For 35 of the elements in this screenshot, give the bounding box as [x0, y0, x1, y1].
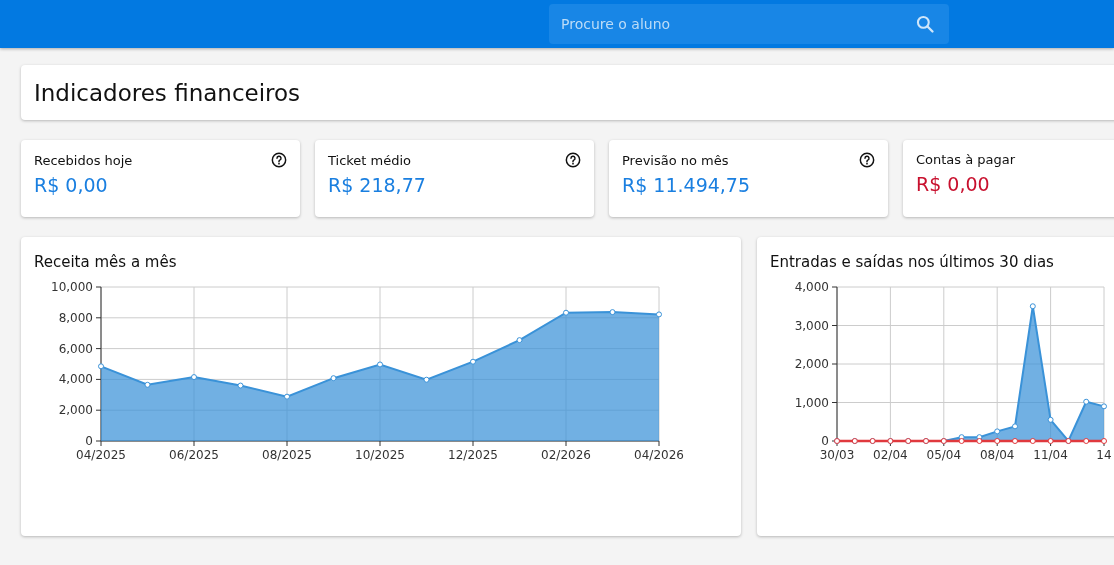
axis-tick-label: 30/03 [819, 448, 855, 462]
axis-tick-label: 8,000 [58, 310, 93, 325]
axis-tick-label: 10/2025 [355, 448, 405, 462]
axis-tick-label: 4,000 [794, 280, 829, 294]
axis-tick-label: 1,000 [794, 395, 829, 410]
axis-tick-label: 4,000 [58, 372, 93, 387]
axis-tick-label: 3,000 [794, 318, 829, 333]
axis-tick-label: 11/04 [1033, 448, 1068, 462]
page-title: Indicadores financeiros [34, 79, 301, 106]
axis-tick-label: 10,000 [51, 280, 93, 294]
stat-value: R$ 218,77 [328, 174, 426, 196]
axis-tick-label: 05/04 [926, 448, 962, 462]
stat-label: Ticket médio [328, 152, 412, 168]
axis-tick-label: 2,000 [794, 357, 829, 371]
axis-tick-label: 02/2026 [541, 448, 591, 462]
axis-tick-label: 2,000 [58, 403, 93, 418]
axis-tick-label: 12/2025 [448, 448, 498, 462]
axis-tick-label: 14 [1096, 448, 1112, 462]
stat-label: Previsão no mês [622, 152, 729, 168]
chart-title: Entradas e saídas nos últimos 30 dias [770, 253, 1055, 271]
stat-value: R$ 0,00 [916, 173, 990, 195]
axis-tick-label: 04/2026 [634, 448, 684, 462]
stat-value: R$ 11.494,75 [622, 174, 751, 196]
axis-tick-label: 0 [85, 434, 93, 448]
axis-tick-label: 6,000 [58, 341, 93, 356]
stat-label: Contas à pagar [916, 152, 1016, 167]
axis-tick-label: 04/2025 [76, 448, 126, 462]
axis-tick-label: 0 [821, 434, 829, 448]
axis-tick-label: 08/04 [979, 448, 1015, 462]
axis-tick-label: 08/2025 [262, 448, 312, 462]
stat-value: R$ 0,00 [34, 174, 108, 196]
axis-tick-label: 02/04 [873, 448, 908, 462]
chart-title: Receita mês a mês [34, 253, 178, 271]
axis-tick-label: 06/2025 [169, 448, 219, 462]
stat-label: Recebidos hoje [34, 152, 133, 168]
